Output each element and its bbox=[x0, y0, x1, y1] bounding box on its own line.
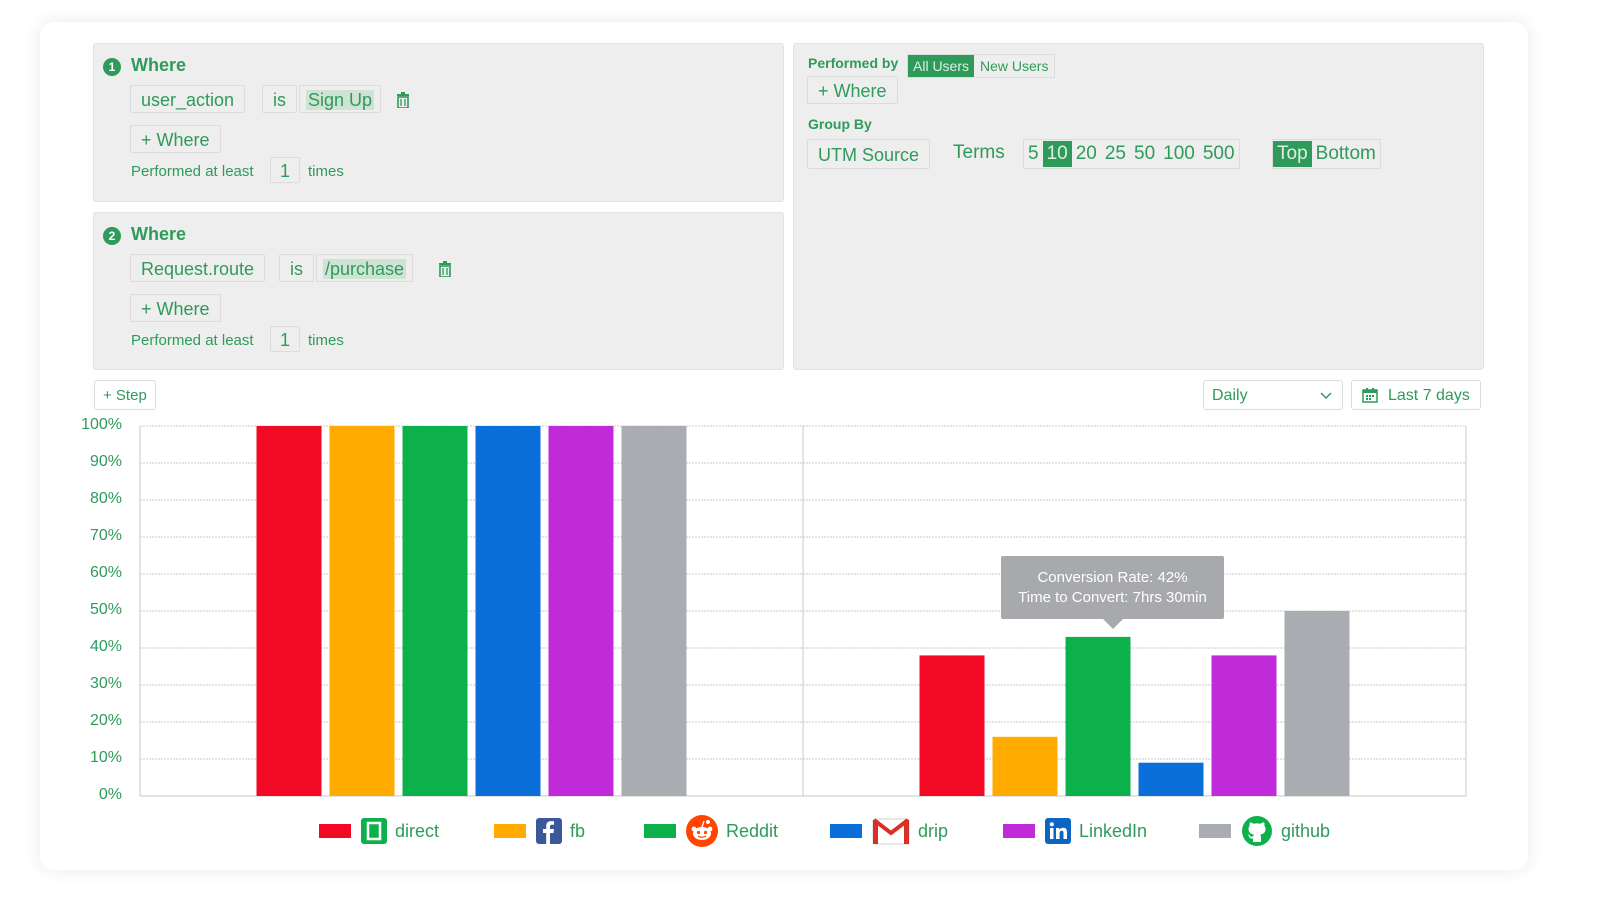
legend-swatch-linkedin bbox=[1003, 824, 1035, 838]
legend-item-linkedin[interactable]: LinkedIn bbox=[1003, 816, 1147, 846]
legend-label-linkedin: LinkedIn bbox=[1079, 820, 1148, 841]
linkedin-icon bbox=[1045, 818, 1071, 844]
tooltip-conversion-rate: Conversion Rate: 42% bbox=[1037, 569, 1188, 586]
legend-label-direct: direct bbox=[395, 820, 440, 841]
legend-label-drip: drip bbox=[918, 820, 949, 841]
legend-swatch-drip bbox=[830, 824, 862, 838]
facebook-icon bbox=[536, 818, 562, 844]
bar-fb-1[interactable] bbox=[329, 426, 395, 796]
legend-swatch-direct bbox=[319, 824, 351, 838]
legend-label-reddit: Reddit bbox=[726, 820, 779, 841]
github-icon bbox=[1242, 816, 1272, 846]
bar-linkedin-2[interactable] bbox=[1211, 655, 1277, 796]
bar-drip-2[interactable] bbox=[1138, 762, 1204, 796]
bar-reddit-1[interactable] bbox=[402, 426, 468, 796]
legend-swatch-fb bbox=[494, 824, 526, 838]
conversion-tooltip: Conversion Rate: 42% Time to Convert: 7h… bbox=[1001, 556, 1224, 629]
bar-github-1[interactable] bbox=[621, 426, 687, 796]
legend-label-fb: fb bbox=[570, 820, 586, 841]
reddit-icon bbox=[686, 815, 718, 847]
bar-reddit-2[interactable] bbox=[1065, 636, 1131, 796]
gmail-icon bbox=[872, 818, 910, 845]
bar-drip-1[interactable] bbox=[475, 426, 541, 796]
legend-item-direct[interactable]: direct bbox=[319, 816, 439, 846]
direct-icon bbox=[361, 818, 387, 844]
bar-direct-2[interactable] bbox=[919, 655, 985, 796]
legend-item-reddit[interactable]: Reddit bbox=[644, 815, 779, 847]
legend-swatch-reddit bbox=[644, 824, 676, 838]
legend-swatch-github bbox=[1199, 824, 1231, 838]
legend-label-github: github bbox=[1281, 820, 1331, 841]
legend-item-github[interactable]: github bbox=[1199, 816, 1330, 846]
legend-item-drip[interactable]: drip bbox=[830, 816, 948, 846]
bar-github-2[interactable] bbox=[1284, 611, 1350, 796]
legend-item-fb[interactable]: fb bbox=[494, 816, 585, 846]
bar-fb-2[interactable] bbox=[992, 736, 1058, 796]
tooltip-time-to-convert: Time to Convert: 7hrs 30min bbox=[1018, 589, 1207, 606]
bar-linkedin-1[interactable] bbox=[548, 426, 614, 796]
funnel-bar-chart bbox=[139, 425, 1467, 797]
bar-direct-1[interactable] bbox=[256, 426, 322, 796]
